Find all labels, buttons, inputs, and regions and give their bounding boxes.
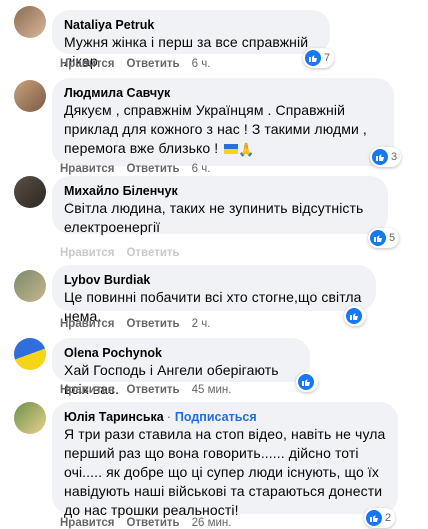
- like-icon: [372, 149, 388, 165]
- reply-link[interactable]: Ответить: [126, 384, 179, 396]
- avatar[interactable]: [14, 402, 46, 434]
- comment-time[interactable]: 6 ч.: [192, 163, 211, 175]
- comment-actions: Нравится Ответить 6 ч.: [60, 58, 210, 70]
- like-icon: [298, 374, 314, 390]
- comment-author[interactable]: Olena Pochynok: [64, 345, 298, 361]
- reply-link[interactable]: Ответить: [126, 163, 179, 175]
- comment-actions: Нравится Ответить 6 ч.: [60, 163, 210, 175]
- comment-author[interactable]: Lybov Burdiak: [64, 272, 364, 288]
- comment-time[interactable]: 45 мин.: [192, 384, 232, 396]
- comment-actions: Нравится Ответить 45 мин.: [60, 384, 231, 396]
- comment-bubble: Михайло Біленчук Світла людина, таких не…: [52, 176, 388, 235]
- comment-text: Дякуєм , справжнім Українцям . Справжній…: [64, 101, 382, 159]
- avatar[interactable]: [14, 338, 46, 370]
- follow-button[interactable]: Подписаться: [175, 410, 257, 424]
- comment-author[interactable]: Людмила Савчук: [64, 85, 382, 101]
- comment-bubble: Nataliya Petruk Мужня жінка і перш за вс…: [52, 10, 330, 69]
- reaction-count: 3: [391, 151, 398, 163]
- like-link[interactable]: Нравится: [60, 318, 114, 330]
- reactions-badge[interactable]: 5: [368, 228, 400, 248]
- comment-time[interactable]: 2 ч.: [192, 318, 211, 330]
- like-icon: [366, 510, 382, 526]
- reply-link[interactable]: Ответить: [126, 58, 179, 70]
- like-link[interactable]: Нравится: [60, 517, 114, 529]
- comment-bubble: Юлія Таринська · Подписаться Я три рази ст…: [52, 402, 398, 518]
- separator-dot: ·: [166, 410, 171, 424]
- folded-hands-emoji: 🙏: [238, 141, 255, 157]
- comment-bubble: Olena Pochynok Хай Господь і Ангели обер…: [52, 338, 310, 397]
- comment-actions: Нравится Ответить 26 мин.: [60, 517, 231, 529]
- reactions-badge[interactable]: 2: [364, 508, 396, 528]
- reaction-count: 2: [385, 512, 392, 524]
- reactions-badge[interactable]: [344, 306, 366, 326]
- avatar[interactable]: [14, 80, 46, 112]
- comment-author[interactable]: Михайло Біленчук: [64, 183, 376, 199]
- reactions-badge[interactable]: 3: [370, 147, 402, 167]
- like-link[interactable]: Нравится: [60, 247, 114, 259]
- like-link[interactable]: Нравится: [60, 163, 114, 175]
- avatar[interactable]: [14, 6, 46, 38]
- comment-author: Юлія Таринська · Подписаться: [64, 409, 386, 425]
- comment-author[interactable]: Nataliya Petruk: [64, 17, 318, 33]
- comment-bubble: Людмила Савчук Дякуєм , справжнім Україн…: [52, 78, 394, 166]
- comment-time[interactable]: 26 мин.: [192, 517, 232, 529]
- like-icon: [370, 230, 386, 246]
- comment-text: Світла людина, таких не зупинить відсутн…: [64, 200, 364, 235]
- reply-link[interactable]: Ответить: [126, 247, 179, 259]
- ukraine-flag-emoji: [224, 144, 239, 155]
- reaction-count: 5: [389, 232, 396, 244]
- like-icon: [305, 50, 321, 66]
- comment-time[interactable]: 6 ч.: [192, 58, 211, 70]
- reactions-badge[interactable]: [296, 372, 318, 392]
- like-link[interactable]: Нравится: [60, 58, 114, 70]
- comment-author-name[interactable]: Юлія Таринська: [64, 410, 164, 424]
- like-icon: [346, 308, 362, 324]
- comment-actions: Нравится Ответить: [60, 247, 180, 259]
- reply-link[interactable]: Ответить: [126, 318, 179, 330]
- avatar[interactable]: [14, 176, 46, 208]
- like-link[interactable]: Нравится: [60, 384, 114, 396]
- comment-text-body: Дякуєм , справжнім Українцям . Справжній…: [64, 102, 367, 156]
- avatar[interactable]: [14, 270, 46, 302]
- comment-text: Я три рази ставила на стоп відео, навіть…: [64, 426, 386, 518]
- comment-actions: Нравится Ответить 2 ч.: [60, 318, 210, 330]
- comment-bubble: Lybov Burdiak Це повинні побачити всі хт…: [52, 265, 376, 324]
- reactions-badge[interactable]: 7: [303, 48, 335, 68]
- reply-link[interactable]: Ответить: [126, 517, 179, 529]
- reaction-count: 7: [324, 52, 331, 64]
